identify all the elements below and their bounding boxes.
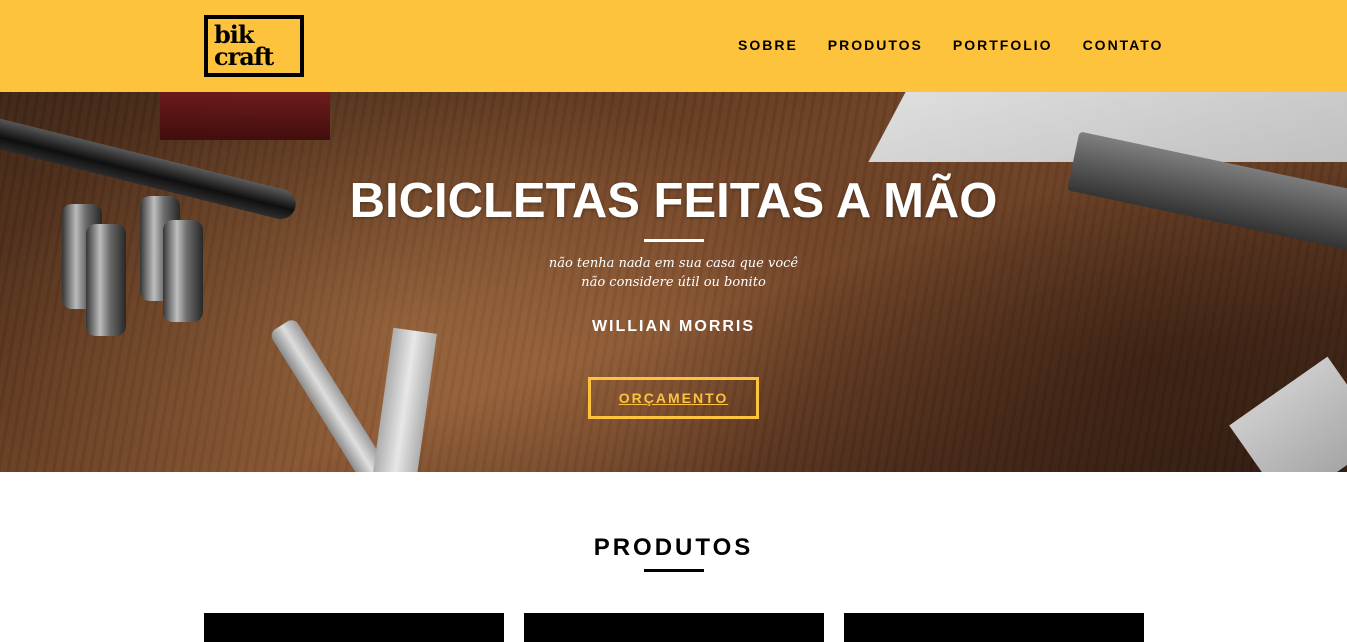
hero-banner: BICICLETAS FEITAS A MÃO não tenha nada e… (0, 92, 1347, 472)
hero-divider (644, 239, 704, 242)
product-card[interactable] (524, 613, 824, 642)
hero-quote-line-1: não tenha nada em sua casa que você (548, 256, 799, 271)
product-card[interactable] (204, 613, 504, 642)
logo-line-2: craft (214, 42, 274, 71)
hero-quote-line-2: não considere útil ou bonito (581, 275, 766, 290)
produtos-section-divider (644, 569, 704, 572)
site-header: bik craft SOBRE PRODUTOS PORTFOLIO CONTA… (0, 0, 1347, 92)
hero-quote-author: WILLIAN MORRIS (591, 318, 756, 335)
hero-quote: não tenha nada em sua casa que você não … (0, 254, 1347, 292)
product-card[interactable] (844, 613, 1144, 642)
nav-item-produtos[interactable]: PRODUTOS (828, 36, 923, 54)
nav-item-sobre[interactable]: SOBRE (738, 36, 798, 54)
logo[interactable]: bik craft (204, 15, 304, 77)
orcamento-button[interactable]: ORÇAMENTO (588, 377, 759, 419)
nav-item-contato[interactable]: CONTATO (1083, 36, 1164, 54)
nav-item-portfolio[interactable]: PORTFOLIO (953, 36, 1053, 54)
main-nav: SOBRE PRODUTOS PORTFOLIO CONTATO (738, 36, 1163, 54)
produtos-section-title: PRODUTOS (593, 534, 754, 561)
hero-title: BICICLETAS FEITAS A MÃO (349, 174, 998, 228)
